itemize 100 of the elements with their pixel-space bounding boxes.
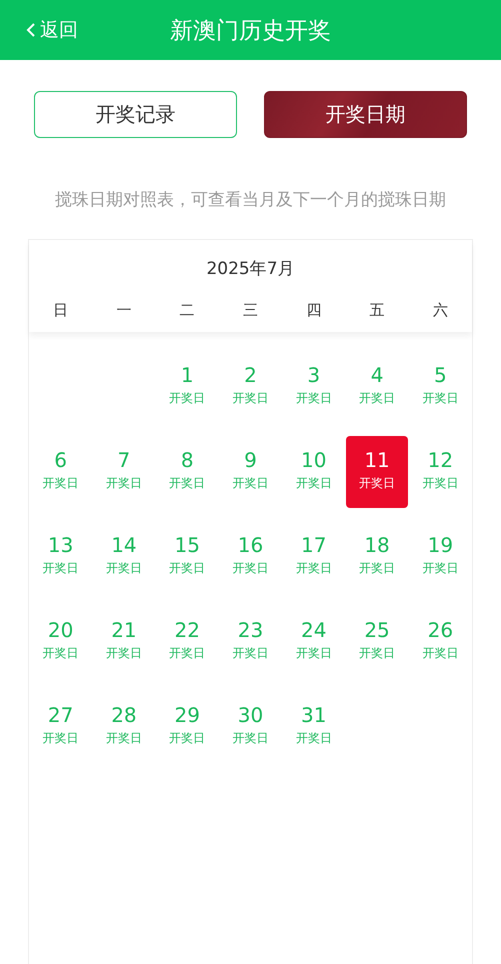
draw-day-label: 开奖日 bbox=[296, 390, 332, 407]
calendar-day[interactable]: 19 开奖日 bbox=[409, 530, 472, 602]
weekday-label: 四 bbox=[305, 301, 322, 321]
day-number: 11 bbox=[364, 448, 390, 472]
calendar-day[interactable]: 7 开奖日 bbox=[92, 445, 155, 517]
day-number: 19 bbox=[428, 533, 454, 557]
weekday-label: 六 bbox=[432, 301, 449, 321]
day-number: 22 bbox=[174, 618, 200, 642]
calendar-day[interactable]: 25 开奖日 bbox=[346, 615, 408, 687]
day-number: 15 bbox=[174, 533, 200, 557]
calendar-day[interactable]: 20 开奖日 bbox=[30, 615, 92, 687]
draw-day-label: 开奖日 bbox=[296, 560, 332, 577]
day-number: 25 bbox=[364, 618, 390, 642]
draw-day-label: 开奖日 bbox=[106, 475, 142, 492]
draw-day-label: 开奖日 bbox=[359, 645, 396, 662]
weekday-label: 三 bbox=[242, 301, 259, 321]
draw-day-label: 开奖日 bbox=[359, 390, 396, 407]
day-number: 21 bbox=[111, 618, 137, 642]
draw-day-label: 开奖日 bbox=[422, 390, 458, 407]
calendar-day[interactable]: 13 开奖日 bbox=[30, 530, 92, 602]
calendar-day[interactable]: 5 开奖日 bbox=[409, 360, 472, 432]
calendar-day[interactable]: 6 开奖日 bbox=[30, 445, 92, 517]
calendar-day[interactable]: 3 开奖日 bbox=[282, 360, 345, 432]
calendar-day[interactable]: 11 开奖日 bbox=[346, 436, 408, 508]
day-number: 27 bbox=[48, 703, 74, 727]
calendar-day[interactable]: 9 开奖日 bbox=[219, 445, 282, 517]
day-number: 28 bbox=[111, 703, 137, 727]
weekday-label: 五 bbox=[368, 301, 386, 321]
day-number: 20 bbox=[48, 618, 74, 642]
draw-day-label: 开奖日 bbox=[296, 475, 332, 492]
calendar-day[interactable]: 22 开奖日 bbox=[156, 615, 218, 687]
day-number: 24 bbox=[301, 618, 326, 642]
day-number: 10 bbox=[301, 448, 326, 472]
calendar-day[interactable]: 28 开奖日 bbox=[92, 700, 155, 772]
calendar-day[interactable]: 26 开奖日 bbox=[409, 615, 472, 687]
draw-day-label: 开奖日 bbox=[232, 645, 268, 662]
day-number: 8 bbox=[180, 448, 194, 472]
calendar-day[interactable]: 1 开奖日 bbox=[156, 360, 218, 432]
tab[interactable]: 开奖记录 bbox=[34, 91, 237, 138]
calendar-day[interactable]: 10 开奖日 bbox=[282, 445, 345, 517]
calendar-day[interactable]: 12 开奖日 bbox=[409, 445, 472, 517]
back-label: 返回 bbox=[40, 18, 78, 43]
back-chevron-icon bbox=[26, 22, 36, 38]
draw-day-label: 开奖日 bbox=[296, 730, 332, 747]
draw-day-label: 开奖日 bbox=[232, 475, 268, 492]
day-number: 16 bbox=[238, 533, 264, 557]
day-number: 13 bbox=[48, 533, 74, 557]
draw-day-label: 开奖日 bbox=[232, 730, 268, 747]
draw-day-label: 开奖日 bbox=[42, 645, 79, 662]
draw-day-label: 开奖日 bbox=[42, 560, 79, 577]
page-title: 新澳门历史开奖 bbox=[170, 16, 331, 46]
day-number: 23 bbox=[238, 618, 264, 642]
day-number: 31 bbox=[301, 703, 326, 727]
tab[interactable]: 开奖日期 bbox=[264, 91, 467, 138]
day-number: 29 bbox=[174, 703, 200, 727]
draw-day-label: 开奖日 bbox=[42, 730, 79, 747]
day-number: 14 bbox=[111, 533, 137, 557]
day-number: 7 bbox=[118, 448, 130, 472]
day-number: 12 bbox=[428, 448, 454, 472]
draw-day-label: 开奖日 bbox=[169, 645, 206, 662]
calendar-day[interactable]: 23 开奖日 bbox=[219, 615, 282, 687]
draw-day-label: 开奖日 bbox=[106, 560, 142, 577]
draw-day-label: 开奖日 bbox=[232, 390, 268, 407]
draw-day-label: 开奖日 bbox=[422, 475, 458, 492]
month-title: 2025年7月 bbox=[205, 258, 296, 281]
draw-day-label: 开奖日 bbox=[42, 475, 79, 492]
draw-day-label: 开奖日 bbox=[169, 390, 206, 407]
weekday-label: 一 bbox=[115, 301, 132, 321]
calendar-day[interactable]: 17 开奖日 bbox=[282, 530, 345, 602]
calendar-day[interactable]: 30 开奖日 bbox=[219, 700, 282, 772]
day-number: 26 bbox=[428, 618, 454, 642]
draw-day-label: 开奖日 bbox=[359, 475, 396, 492]
calendar-day[interactable]: 21 开奖日 bbox=[92, 615, 155, 687]
day-number: 1 bbox=[180, 363, 194, 387]
day-number: 18 bbox=[364, 533, 390, 557]
hint-text: 搅珠日期对照表，可查看当月及下一个月的搅珠日期 bbox=[54, 189, 447, 211]
draw-day-label: 开奖日 bbox=[296, 645, 332, 662]
draw-day-label: 开奖日 bbox=[422, 560, 458, 577]
calendar-day[interactable]: 27 开奖日 bbox=[30, 700, 92, 772]
weekday-label: 日 bbox=[52, 301, 70, 321]
draw-day-label: 开奖日 bbox=[359, 560, 396, 577]
day-number: 30 bbox=[238, 703, 264, 727]
calendar-day[interactable]: 4 开奖日 bbox=[346, 360, 408, 432]
calendar-day[interactable]: 31 开奖日 bbox=[282, 700, 345, 772]
calendar-day[interactable]: 16 开奖日 bbox=[219, 530, 282, 602]
day-number: 17 bbox=[301, 533, 326, 557]
day-number: 2 bbox=[244, 363, 257, 387]
calendar-day[interactable]: 2 开奖日 bbox=[219, 360, 282, 432]
calendar-day[interactable]: 24 开奖日 bbox=[282, 615, 345, 687]
draw-day-label: 开奖日 bbox=[106, 645, 142, 662]
day-number: 9 bbox=[244, 448, 257, 472]
back-button[interactable]: 返回 bbox=[0, 17, 78, 43]
weekday-label: 二 bbox=[178, 301, 196, 321]
calendar-day[interactable]: 18 开奖日 bbox=[346, 530, 408, 602]
day-number: 3 bbox=[307, 363, 320, 387]
calendar-day[interactable]: 14 开奖日 bbox=[92, 530, 155, 602]
calendar-day[interactable]: 15 开奖日 bbox=[156, 530, 218, 602]
calendar-day[interactable]: 8 开奖日 bbox=[156, 445, 218, 517]
draw-day-label: 开奖日 bbox=[232, 560, 268, 577]
calendar-day[interactable]: 29 开奖日 bbox=[156, 700, 218, 772]
